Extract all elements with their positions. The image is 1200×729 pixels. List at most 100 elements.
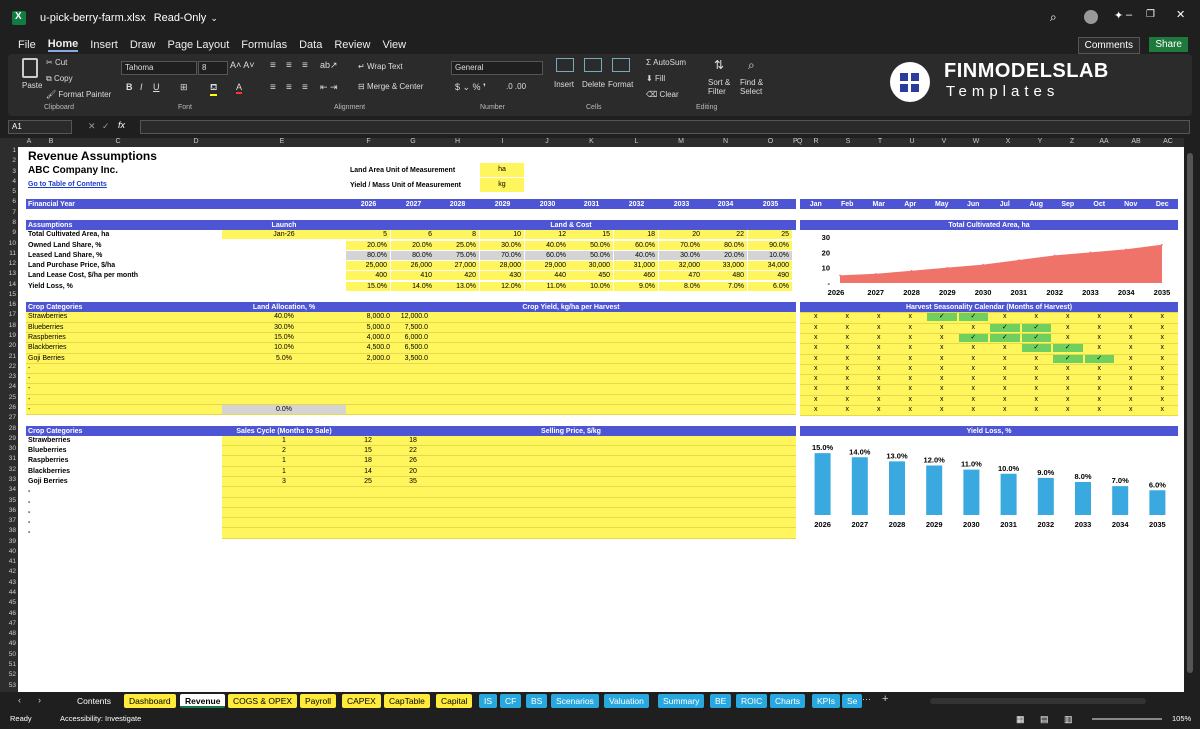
- assumption-cell[interactable]: 13.0%: [435, 281, 479, 291]
- crop-name[interactable]: -: [28, 384, 30, 393]
- selling-price-1[interactable]: [346, 498, 390, 507]
- menu-page-layout[interactable]: Page Layout: [167, 39, 229, 51]
- row-header[interactable]: 8: [0, 219, 16, 226]
- harvest-x-icon[interactable]: x: [1022, 374, 1052, 383]
- row-header[interactable]: 16: [0, 301, 16, 308]
- assumption-cell[interactable]: 75.0%: [435, 250, 479, 260]
- harvest-x-icon[interactable]: x: [1085, 395, 1115, 404]
- align-bottom-icon[interactable]: ≡: [302, 60, 308, 71]
- row-header[interactable]: 52: [0, 671, 16, 678]
- assumption-cell[interactable]: 14.0%: [391, 281, 435, 291]
- column-header[interactable]: K: [569, 138, 614, 145]
- row-header[interactable]: 38: [0, 527, 16, 534]
- row-header[interactable]: 22: [0, 363, 16, 370]
- underline-icon[interactable]: U: [153, 82, 160, 92]
- harvest-x-icon[interactable]: x: [990, 384, 1020, 393]
- assumption-cell[interactable]: 12: [525, 230, 569, 240]
- orientation-icon[interactable]: ab↗: [320, 60, 338, 71]
- row-header[interactable]: 50: [0, 651, 16, 658]
- selling-price-1[interactable]: 15: [346, 446, 390, 455]
- cancel-icon[interactable]: ✕: [88, 121, 96, 132]
- assumption-cell[interactable]: 10.0%: [569, 281, 613, 291]
- row-header[interactable]: 17: [0, 311, 16, 318]
- borders-icon[interactable]: ⊞: [180, 82, 188, 93]
- harvest-x-icon[interactable]: x: [896, 333, 926, 342]
- harvest-x-icon[interactable]: x: [864, 354, 894, 363]
- assumption-cell[interactable]: 20.0%: [391, 240, 435, 250]
- harvest-x-icon[interactable]: x: [1053, 374, 1083, 383]
- accessibility-status[interactable]: Accessibility: Investigate: [60, 714, 141, 723]
- row-header[interactable]: 6: [0, 198, 16, 205]
- harvest-x-icon[interactable]: x: [801, 384, 831, 393]
- crop-allocation[interactable]: [222, 395, 346, 404]
- harvest-x-icon[interactable]: x: [1085, 312, 1115, 321]
- delete-icon[interactable]: [584, 58, 602, 72]
- paste-button[interactable]: Paste: [22, 81, 42, 90]
- crop-yield-2[interactable]: [384, 395, 428, 404]
- assumption-cell[interactable]: 50.0%: [569, 250, 613, 260]
- assumption-cell[interactable]: 25.0%: [435, 240, 479, 250]
- sheet-tab[interactable]: Dashboard: [124, 694, 176, 708]
- assumption-cell[interactable]: 32,000: [659, 261, 703, 271]
- format-icon[interactable]: [612, 58, 630, 72]
- column-header[interactable]: E: [218, 138, 346, 145]
- harvest-x-icon[interactable]: x: [1053, 312, 1083, 321]
- crop-name[interactable]: Blackberries: [28, 343, 67, 352]
- grow-font-icon[interactable]: A˄ A˅: [230, 60, 255, 70]
- assumption-cell[interactable]: 440: [525, 271, 569, 281]
- tab-next-icon[interactable]: ›: [38, 695, 41, 705]
- harvest-x-icon[interactable]: x: [1053, 333, 1083, 342]
- assumption-cell[interactable]: 80.0%: [346, 250, 390, 260]
- sort-filter-button[interactable]: Sort & Filter: [708, 78, 738, 96]
- row-header[interactable]: 46: [0, 610, 16, 617]
- crop-name[interactable]: Blueberries: [28, 323, 63, 332]
- harvest-x-icon[interactable]: x: [1085, 343, 1115, 352]
- sheet-tab[interactable]: Revenue: [180, 694, 226, 708]
- selling-price-2[interactable]: [391, 528, 435, 537]
- row-header[interactable]: 10: [0, 240, 16, 247]
- harvest-x-icon[interactable]: x: [864, 312, 894, 321]
- harvest-x-icon[interactable]: x: [1148, 312, 1178, 321]
- selling-price-2[interactable]: [391, 487, 435, 496]
- fill-button[interactable]: ⬇ Fill: [646, 74, 665, 83]
- crop-allocation[interactable]: 15.0%: [222, 333, 346, 342]
- assumption-cell[interactable]: 29,000: [525, 261, 569, 271]
- row-header[interactable]: 20: [0, 342, 16, 349]
- harvest-x-icon[interactable]: x: [801, 343, 831, 352]
- harvest-check-icon[interactable]: ✓: [1053, 343, 1083, 353]
- column-header[interactable]: G: [391, 138, 435, 145]
- harvest-x-icon[interactable]: x: [959, 405, 989, 414]
- row-header[interactable]: 32: [0, 466, 16, 473]
- assumption-cell[interactable]: 40.0%: [614, 250, 658, 260]
- assumption-cell[interactable]: 90.0%: [748, 240, 792, 250]
- align-top-icon[interactable]: ≡: [270, 60, 276, 71]
- harvest-x-icon[interactable]: x: [1085, 384, 1115, 393]
- assumption-cell[interactable]: 410: [391, 271, 435, 281]
- row-header[interactable]: 1: [0, 147, 16, 154]
- harvest-x-icon[interactable]: x: [927, 323, 957, 332]
- harvest-x-icon[interactable]: x: [1148, 343, 1178, 352]
- harvest-x-icon[interactable]: x: [959, 374, 989, 383]
- selling-price-1[interactable]: [346, 518, 390, 527]
- harvest-x-icon[interactable]: x: [864, 405, 894, 414]
- crop-name[interactable]: Raspberries: [28, 333, 66, 342]
- assumption-cell[interactable]: 6.0%: [748, 281, 792, 291]
- row-header[interactable]: 33: [0, 476, 16, 483]
- sheet-tab[interactable]: IS: [479, 694, 498, 708]
- harvest-x-icon[interactable]: x: [1148, 333, 1178, 342]
- mass-unit-input[interactable]: kg: [480, 178, 524, 192]
- assumption-cell[interactable]: 28,000: [480, 261, 524, 271]
- harvest-x-icon[interactable]: x: [1022, 354, 1052, 363]
- harvest-x-icon[interactable]: x: [1085, 323, 1115, 332]
- harvest-x-icon[interactable]: x: [801, 333, 831, 342]
- row-header[interactable]: 53: [0, 682, 16, 689]
- sales-cycle-value[interactable]: 2: [222, 446, 346, 455]
- copy-button[interactable]: ⧉ Copy: [46, 74, 73, 84]
- harvest-x-icon[interactable]: x: [959, 354, 989, 363]
- tab-prev-icon[interactable]: ‹: [18, 695, 21, 705]
- harvest-x-icon[interactable]: x: [864, 343, 894, 352]
- menu-data[interactable]: Data: [299, 39, 322, 51]
- column-header[interactable]: F: [346, 138, 391, 145]
- harvest-check-icon[interactable]: ✓: [927, 312, 957, 322]
- share-button[interactable]: Share: [1149, 37, 1188, 52]
